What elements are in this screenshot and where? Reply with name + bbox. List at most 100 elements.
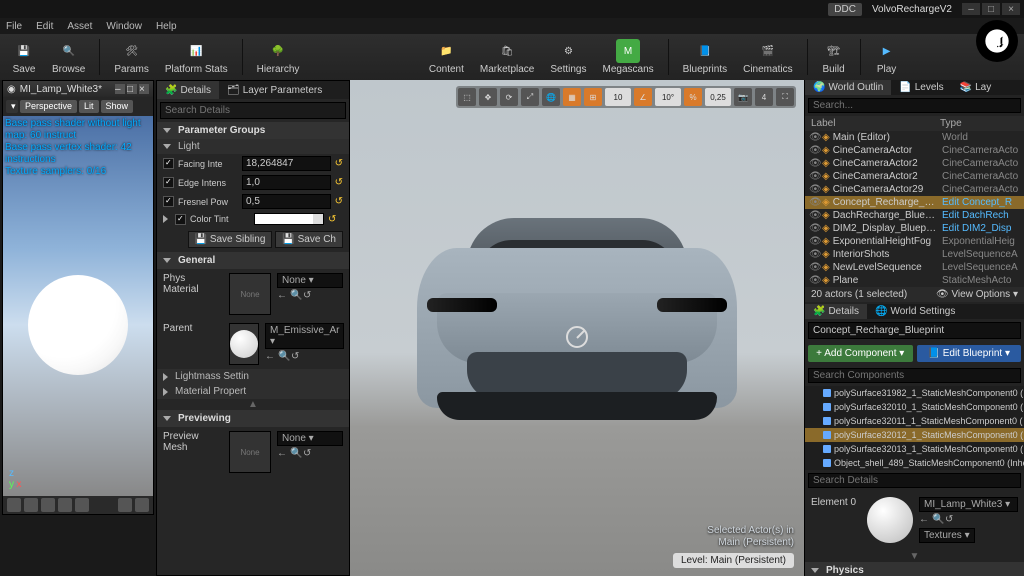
outliner-row[interactable]: 👁◈ExponentialHeightFogExponentialHeig (805, 235, 1024, 248)
reset-icon[interactable]: ↺ (328, 214, 336, 225)
component-row[interactable]: polySurface32012_1_StaticMeshComponent0 … (805, 428, 1024, 442)
reset-icon[interactable]: ↺ (335, 196, 343, 207)
reset-icon[interactable]: ↺ (335, 177, 343, 188)
camera-speed-value[interactable]: 4 (755, 88, 773, 106)
phys-material-thumb[interactable]: None (229, 273, 271, 315)
cylinder-icon[interactable] (7, 498, 21, 512)
perspective-button[interactable]: Perspective (20, 100, 77, 113)
edge-intensity-input[interactable] (242, 175, 331, 190)
save-child-button[interactable]: 💾 Save Ch (275, 231, 343, 248)
outliner-row[interactable]: 👁◈DachRecharge_BlueprintEdit DachRech (805, 209, 1024, 222)
subwindow-controls[interactable]: –□× (115, 84, 149, 94)
component-row[interactable]: Object_shell_489_StaticMeshComponent0 (I… (805, 456, 1024, 470)
search-details-input[interactable] (160, 102, 346, 119)
viewport-icon[interactable] (135, 498, 149, 512)
component-row[interactable]: polySurface32011_1_StaticMeshComponent0 … (805, 414, 1024, 428)
grid-snap-value[interactable]: 10 (605, 88, 631, 106)
tab-details[interactable]: 🧩Details (157, 81, 219, 99)
visibility-icon[interactable]: 👁 (809, 223, 819, 234)
settings-button[interactable]: ⚙Settings (544, 37, 592, 77)
visibility-icon[interactable]: 👁 (809, 275, 819, 286)
reset-icon[interactable]: ↺ (335, 158, 343, 169)
checkbox-icon[interactable] (175, 214, 186, 225)
outliner-row[interactable]: 👁◈CineCameraActor2CineCameraActo (805, 170, 1024, 183)
parent-material-dropdown[interactable]: M_Emissive_Ar ▾ (265, 323, 344, 349)
section-general[interactable]: General (157, 252, 349, 269)
maximize-viewport-icon[interactable]: ⛶ (776, 88, 794, 106)
content-button[interactable]: 📁Content (423, 37, 470, 77)
use-icon[interactable]: ← (277, 290, 287, 300)
tab-layers[interactable]: 📚 Lay (952, 80, 1000, 95)
sphere-shape-icon[interactable] (24, 498, 38, 512)
checkbox-icon[interactable] (163, 158, 174, 169)
phys-material-dropdown[interactable]: None ▾ (277, 273, 343, 288)
component-row[interactable]: polySurface32013_1_StaticMeshComponent0 … (805, 442, 1024, 456)
browse-icon[interactable]: 🔍 (278, 351, 288, 361)
checkbox-icon[interactable] (163, 177, 174, 188)
outliner-row[interactable]: 👁◈CineCameraActor29CineCameraActo (805, 183, 1024, 196)
visibility-icon[interactable]: 👁 (809, 262, 819, 273)
tab-actor-details[interactable]: 🧩 Details (805, 304, 867, 319)
transform-rotate-icon[interactable]: ⟳ (500, 88, 518, 106)
hierarchy-button[interactable]: 🌳Hierarchy (251, 37, 306, 77)
use-icon[interactable]: ← (265, 351, 275, 361)
color-swatch[interactable] (254, 213, 324, 225)
textures-dropdown[interactable]: Textures ▾ (919, 528, 975, 543)
outliner-search-input[interactable] (808, 98, 1021, 113)
preview-mesh-dropdown[interactable]: None ▾ (277, 431, 343, 446)
section-previewing[interactable]: Previewing (157, 410, 349, 427)
tab-world-settings[interactable]: 🌐 World Settings (867, 304, 963, 319)
megascans-button[interactable]: MMegascans (597, 37, 660, 77)
angle-snap-icon[interactable]: ∠ (634, 88, 652, 106)
menu-edit[interactable]: Edit (36, 21, 53, 32)
facing-intensity-input[interactable] (242, 156, 331, 171)
actor-name-input[interactable] (808, 322, 1021, 339)
tab-layer-parameters[interactable]: 🗂Layer Parameters (219, 81, 330, 99)
viewport-options-icon[interactable]: ▾ (6, 100, 18, 113)
reset-icon[interactable]: ↺ (303, 290, 313, 300)
visibility-icon[interactable]: 👁 (809, 184, 819, 195)
window-controls[interactable]: –□× (962, 3, 1020, 15)
visibility-icon[interactable]: 👁 (809, 132, 819, 143)
preview-mesh-thumb[interactable]: None (229, 431, 271, 473)
outliner-row[interactable]: 👁◈CineCameraActor2CineCameraActo (805, 157, 1024, 170)
component-row[interactable]: polySurface31982_1_StaticMeshComponent0 … (805, 386, 1024, 400)
reset-icon[interactable]: ↺ (303, 448, 313, 458)
build-button[interactable]: 🏗Build (816, 37, 852, 77)
outliner-header[interactable]: LabelType (805, 116, 1024, 131)
visibility-icon[interactable]: 👁 (809, 249, 819, 260)
outliner-row[interactable]: 👁◈DIM2_Display_BlueprintEdit DIM2_Disp (805, 222, 1024, 235)
visibility-icon[interactable]: 👁 (809, 171, 819, 182)
visibility-icon[interactable]: 👁 (809, 197, 819, 208)
view-options-button[interactable]: 👁 View Options ▾ (936, 289, 1018, 300)
visibility-icon[interactable]: 👁 (809, 210, 819, 221)
add-component-button[interactable]: + Add Component ▾ (808, 345, 913, 362)
outliner-row[interactable]: 👁◈PlaneStaticMeshActo (805, 274, 1024, 287)
group-light[interactable]: Light (157, 139, 349, 154)
search-actor-details-input[interactable] (808, 473, 1021, 488)
parent-material-thumb[interactable] (229, 323, 259, 365)
section-physics[interactable]: Physics (805, 562, 1024, 576)
show-button[interactable]: Show (101, 100, 134, 113)
params-button[interactable]: 🛠Params (108, 37, 154, 77)
reset-icon[interactable]: ↺ (945, 514, 955, 524)
grid-snap-icon[interactable]: ⊞ (584, 88, 602, 106)
use-icon[interactable]: ← (277, 448, 287, 458)
visibility-icon[interactable]: 👁 (809, 236, 819, 247)
grid-icon[interactable] (118, 498, 132, 512)
material-preview-viewport[interactable]: Base pass shader without light map: 60 i… (3, 116, 153, 496)
cinematics-button[interactable]: 🎬Cinematics (737, 37, 798, 77)
lit-button[interactable]: Lit (79, 100, 99, 113)
cube-icon[interactable] (58, 498, 72, 512)
save-sibling-button[interactable]: 💾 Save Sibling (188, 231, 273, 248)
group-material-property[interactable]: Material Propert (157, 384, 349, 399)
component-row[interactable]: polySurface32010_1_StaticMeshComponent0 … (805, 400, 1024, 414)
outliner-row[interactable]: 👁◈Concept_Recharge_BlueprintEdit Concept… (805, 196, 1024, 209)
level-viewport[interactable]: ⬚ ✥ ⟳ ⤢ 🌐 ▦ ⊞ 10 ∠ 10° % 0,25 📷 4 ⛶ Sele… (350, 80, 804, 576)
menu-file[interactable]: File (6, 21, 22, 32)
browse-button[interactable]: 🔍Browse (46, 37, 91, 77)
checkbox-icon[interactable] (163, 196, 174, 207)
subwindow-titlebar[interactable]: ◉ MI_Lamp_White3* –□× (3, 81, 153, 97)
outliner-row[interactable]: 👁◈Main (Editor)World (805, 131, 1024, 144)
angle-snap-value[interactable]: 10° (655, 88, 681, 106)
